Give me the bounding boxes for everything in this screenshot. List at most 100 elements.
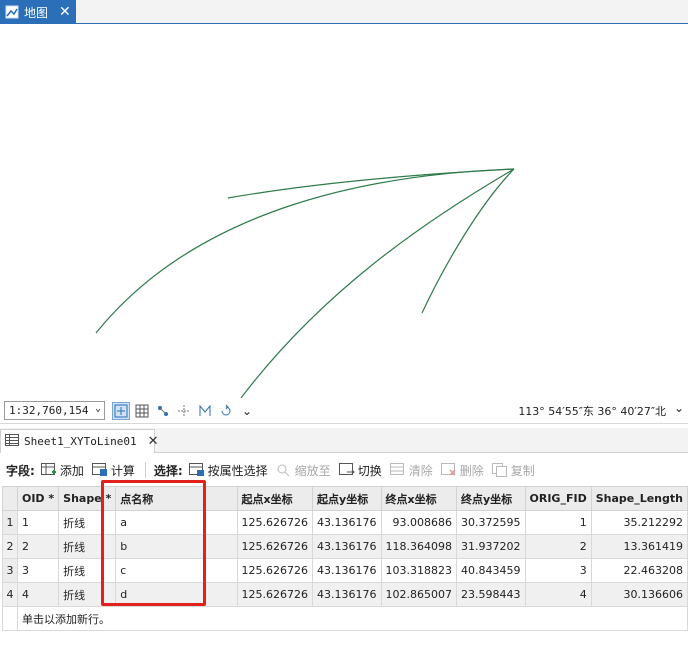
cell-shape[interactable]: 折线 <box>58 558 117 583</box>
add-field-button[interactable]: 添加 <box>40 462 84 479</box>
cell-oid[interactable]: 1 <box>16 510 60 535</box>
column-header-oid[interactable]: OID * <box>16 486 60 511</box>
cell-oid[interactable]: 2 <box>16 534 60 559</box>
cell-start-x[interactable]: 125.626726 <box>236 534 314 559</box>
cell-end-x[interactable]: 102.865007 <box>380 582 458 607</box>
table-row[interactable]: 2 2 折线 b 125.626726 43.136176 118.364098 31.937… <box>2 534 688 559</box>
selection-group-label: 选择: <box>153 463 183 478</box>
corner-cell[interactable] <box>2 486 18 511</box>
map-view[interactable] <box>0 24 688 398</box>
cell-orig-fid[interactable]: 4 <box>524 582 592 607</box>
cell-end-x[interactable]: 103.318823 <box>380 558 458 583</box>
cell-end-y[interactable]: 40.843459 <box>456 558 526 583</box>
row-header[interactable]: 3 <box>2 558 18 583</box>
column-header-end-x[interactable]: 终点x坐标 <box>380 486 458 511</box>
table-tab[interactable]: Sheet1_XYToLine01 ✕ <box>0 429 159 453</box>
attribute-table: OID * Shape * 点名称 起点x坐标 起点y坐标 终点x坐标 终点y坐… <box>2 486 688 631</box>
switch-icon <box>338 463 355 477</box>
cell-end-x[interactable]: 93.008686 <box>380 510 458 535</box>
cell-orig-fid[interactable]: 2 <box>524 534 592 559</box>
scale-select[interactable]: 1:32,760,154 ⌄ <box>4 401 105 420</box>
field-group-label: 字段: <box>6 463 35 478</box>
attribute-grid: OID * Shape * 点名称 起点x坐标 起点y坐标 终点x坐标 终点y坐… <box>2 486 688 631</box>
cell-end-y[interactable]: 30.372595 <box>456 510 526 535</box>
cell-start-y[interactable]: 43.136176 <box>312 582 382 607</box>
polyline-a <box>95 168 515 334</box>
column-header-shape-length[interactable]: Shape_Length <box>590 486 688 511</box>
table-row[interactable]: 1 1 折线 a 125.626726 43.136176 93.008686 30.3725… <box>2 510 688 535</box>
chevron-down-icon[interactable]: ⌄ <box>674 401 684 415</box>
cell-shape-length[interactable]: 13.361419 <box>590 534 688 559</box>
calculate-field-button[interactable]: 计算 <box>91 462 135 479</box>
grid-icon[interactable] <box>133 402 151 420</box>
cell-end-y[interactable]: 23.598443 <box>456 582 526 607</box>
nav-icon[interactable] <box>196 402 214 420</box>
guides-icon[interactable] <box>175 402 193 420</box>
clear-selection-button[interactable]: 清除 <box>389 462 433 479</box>
zoom-to-icon <box>276 463 292 477</box>
delete-selection-button[interactable]: 删除 <box>440 462 484 479</box>
map-tab[interactable]: 地图 ✕ <box>0 0 76 24</box>
chevron-down-icon[interactable]: ⌄ <box>238 402 256 420</box>
copy-label: 复制 <box>510 463 535 478</box>
cell-orig-fid[interactable]: 1 <box>524 510 592 535</box>
table-tab-label: Sheet1_XYToLine01 <box>24 435 137 448</box>
select-by-attribute-button[interactable]: 按属性选择 <box>188 462 268 479</box>
cell-orig-fid[interactable]: 3 <box>524 558 592 583</box>
cell-point-name[interactable]: d <box>115 582 238 607</box>
cell-shape-length[interactable]: 35.212292 <box>590 510 688 535</box>
table-toolbar: 字段: 添加 计算 选择: 按属性选择 缩放至 切换 清除 删除 复制 <box>0 456 688 484</box>
cell-shape[interactable]: 折线 <box>58 534 117 559</box>
table-tab-strip: Sheet1_XYToLine01 ✕ <box>0 428 688 453</box>
cell-start-x[interactable]: 125.626726 <box>236 558 314 583</box>
polyline-c <box>421 168 515 314</box>
delete-label: 删除 <box>459 463 484 478</box>
add-field-label: 添加 <box>59 463 84 478</box>
refresh-icon[interactable] <box>217 402 235 420</box>
coordinate-readout: 113° 54′55″东 36° 40′27″北 <box>518 405 666 418</box>
cell-shape[interactable]: 折线 <box>58 582 117 607</box>
column-header-end-y[interactable]: 终点y坐标 <box>456 486 526 511</box>
new-row-hint[interactable]: 单击以添加新行。 <box>16 606 688 631</box>
cell-point-name[interactable]: a <box>115 510 238 535</box>
column-header-start-x[interactable]: 起点x坐标 <box>236 486 314 511</box>
cell-shape[interactable]: 折线 <box>58 510 117 535</box>
table-row[interactable]: 3 3 折线 c 125.626726 43.136176 103.318823 40.843… <box>2 558 688 583</box>
new-row[interactable]: 单击以添加新行。 <box>2 606 688 631</box>
cell-shape-length[interactable]: 22.463208 <box>590 558 688 583</box>
cell-start-y[interactable]: 43.136176 <box>312 558 382 583</box>
scale-value: 1:32,760,154 <box>9 404 89 417</box>
cell-end-x[interactable]: 118.364098 <box>380 534 458 559</box>
cell-start-y[interactable]: 43.136176 <box>312 534 382 559</box>
header-row: OID * Shape * 点名称 起点x坐标 起点y坐标 终点x坐标 终点y坐… <box>2 486 688 511</box>
polyline-b <box>227 168 515 199</box>
cell-start-x[interactable]: 125.626726 <box>236 510 314 535</box>
column-header-orig-fid[interactable]: ORIG_FID <box>524 486 592 511</box>
row-header[interactable]: 4 <box>2 582 18 607</box>
new-row-header <box>2 606 18 631</box>
calculator-icon <box>91 463 108 477</box>
table-row[interactable]: 4 4 折线 d 125.626726 43.136176 102.865007 23.598… <box>2 582 688 607</box>
row-header[interactable]: 1 <box>2 510 18 535</box>
cell-oid[interactable]: 4 <box>16 582 60 607</box>
cell-shape-length[interactable]: 30.136606 <box>590 582 688 607</box>
zoom-to-button[interactable]: 缩放至 <box>276 462 331 479</box>
map-tab-label: 地图 <box>24 5 49 20</box>
cell-point-name[interactable]: b <box>115 534 238 559</box>
close-icon[interactable]: ✕ <box>59 5 71 19</box>
column-header-shape[interactable]: Shape * <box>58 486 117 511</box>
cell-oid[interactable]: 3 <box>16 558 60 583</box>
cell-end-y[interactable]: 31.937202 <box>456 534 526 559</box>
table-icon <box>5 434 19 449</box>
column-header-point-name[interactable]: 点名称 <box>115 486 238 511</box>
cell-start-y[interactable]: 43.136176 <box>312 510 382 535</box>
row-header[interactable]: 2 <box>2 534 18 559</box>
switch-selection-button[interactable]: 切换 <box>338 462 382 479</box>
close-icon[interactable]: ✕ <box>148 434 159 449</box>
fixed-zoom-icon[interactable] <box>112 401 130 420</box>
cell-point-name[interactable]: c <box>115 558 238 583</box>
column-header-start-y[interactable]: 起点y坐标 <box>312 486 382 511</box>
snapping-icon[interactable] <box>154 402 172 420</box>
cell-start-x[interactable]: 125.626726 <box>236 582 314 607</box>
copy-selection-button[interactable]: 复制 <box>491 462 535 479</box>
